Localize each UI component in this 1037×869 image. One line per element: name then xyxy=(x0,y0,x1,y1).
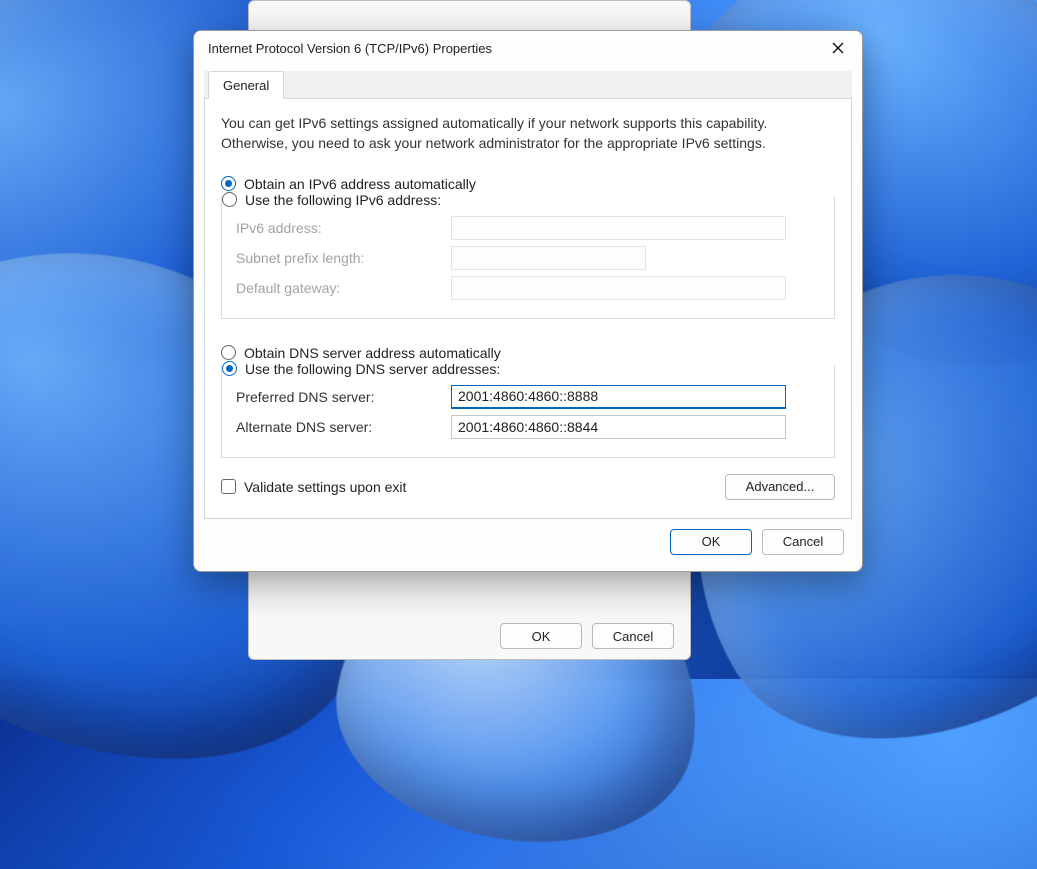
checkbox-icon xyxy=(221,479,236,494)
preferred-dns-label: Preferred DNS server: xyxy=(236,389,451,405)
radio-icon xyxy=(222,361,237,376)
radio-ip-manual[interactable]: Use the following IPv6 address: xyxy=(222,190,820,210)
tab-general[interactable]: General xyxy=(208,71,284,99)
radio-icon xyxy=(221,176,236,191)
window-title: Internet Protocol Version 6 (TCP/IPv6) P… xyxy=(208,41,492,56)
field-alternate-dns: Alternate DNS server: xyxy=(236,415,820,439)
validate-checkbox-label: Validate settings upon exit xyxy=(244,479,406,495)
alternate-dns-input[interactable] xyxy=(451,415,786,439)
radio-dns-manual[interactable]: Use the following DNS server addresses: xyxy=(222,359,820,379)
radio-dns-auto-label: Obtain DNS server address automatically xyxy=(244,345,501,361)
ipv6-properties-dialog: Internet Protocol Version 6 (TCP/IPv6) P… xyxy=(193,30,863,572)
cancel-button[interactable]: Cancel xyxy=(762,529,844,555)
field-ipv6-address: IPv6 address: xyxy=(236,216,820,240)
default-gateway-label: Default gateway: xyxy=(236,280,451,296)
radio-ip-manual-label: Use the following IPv6 address: xyxy=(245,192,441,208)
radio-dns-manual-label: Use the following DNS server addresses: xyxy=(245,361,500,377)
tab-panel-general: You can get IPv6 settings assigned autom… xyxy=(204,99,852,519)
close-button[interactable] xyxy=(824,36,852,60)
tabstrip: General xyxy=(204,71,852,99)
ipv6-address-label: IPv6 address: xyxy=(236,220,451,236)
preferred-dns-input[interactable] xyxy=(451,385,786,409)
alternate-dns-label: Alternate DNS server: xyxy=(236,419,451,435)
radio-icon xyxy=(221,345,236,360)
description-text: You can get IPv6 settings assigned autom… xyxy=(221,113,835,154)
parent-ok-button[interactable]: OK xyxy=(500,623,582,649)
advanced-button[interactable]: Advanced... xyxy=(725,474,835,500)
default-gateway-input xyxy=(451,276,786,300)
close-icon xyxy=(832,42,844,54)
field-prefix-length: Subnet prefix length: xyxy=(236,246,820,270)
radio-ip-auto-label: Obtain an IPv6 address automatically xyxy=(244,176,476,192)
ipv6-address-input xyxy=(451,216,786,240)
prefix-length-input xyxy=(451,246,646,270)
ok-button[interactable]: OK xyxy=(670,529,752,555)
radio-icon xyxy=(222,192,237,207)
parent-cancel-button[interactable]: Cancel xyxy=(592,623,674,649)
ip-manual-group: Use the following IPv6 address: IPv6 add… xyxy=(221,196,835,319)
field-preferred-dns: Preferred DNS server: xyxy=(236,385,820,409)
validate-checkbox[interactable]: Validate settings upon exit xyxy=(221,479,406,495)
prefix-length-label: Subnet prefix length: xyxy=(236,250,451,266)
titlebar: Internet Protocol Version 6 (TCP/IPv6) P… xyxy=(194,31,862,65)
dns-manual-group: Use the following DNS server addresses: … xyxy=(221,365,835,458)
field-default-gateway: Default gateway: xyxy=(236,276,820,300)
